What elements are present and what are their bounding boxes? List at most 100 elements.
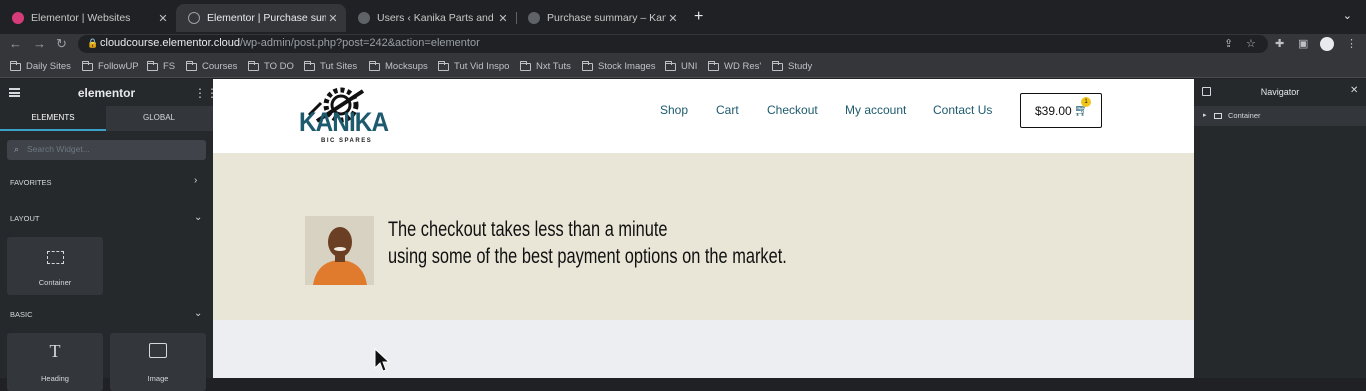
extensions-icon[interactable]: ✚ <box>1275 37 1284 50</box>
panel-header: elementor ⋮⋮⋮ <box>0 79 230 106</box>
bookmark-label: Courses <box>202 61 238 72</box>
browser-tab-active[interactable]: Elementor | Purchase summary ✕ <box>176 4 346 32</box>
tab-title: Users ‹ Kanika Parts and Spares <box>377 12 496 24</box>
next-section[interactable] <box>213 320 1194 378</box>
preview-canvas: KANIKA BIC SPARES Shop Cart Checkout My … <box>213 79 1194 378</box>
menu-contact-us[interactable]: Contact Us <box>933 103 992 117</box>
bookmark-label: Study <box>788 61 813 72</box>
navigator-item[interactable]: ▸ Container <box>1194 106 1366 126</box>
widget-container[interactable]: Container <box>7 237 103 295</box>
caret-right-icon[interactable]: ▸ <box>1203 111 1207 119</box>
logo-subtitle: BIC SPARES <box>321 138 373 144</box>
tab-global[interactable]: GLOBAL <box>106 106 212 131</box>
more-menu-icon[interactable]: ⋮ <box>1346 37 1357 50</box>
bookmark-folder[interactable]: Nxt Tuts <box>520 60 571 72</box>
share-icon[interactable]: ⇪ <box>1224 37 1233 50</box>
bookmark-folder[interactable]: WD Res' <box>708 60 761 72</box>
cart-price: $39.00 <box>1035 104 1072 118</box>
bookmark-label: Daily Sites <box>26 61 71 72</box>
cart-count-badge: 1 <box>1081 97 1091 107</box>
bookmark-label: UNI <box>681 61 698 72</box>
bookmark-label: TO DO <box>264 61 294 72</box>
address-bar[interactable]: 🔒 cloudcourse.elementor.cloud/wp-admin/p… <box>78 35 1268 53</box>
bookmark-folder[interactable]: Tut Sites <box>304 60 357 72</box>
reload-icon[interactable]: ↻ <box>56 36 67 52</box>
folder-icon <box>186 60 197 71</box>
menu-shop[interactable]: Shop <box>660 103 688 117</box>
bookmark-folder[interactable]: FollowUP <box>82 60 139 72</box>
bookmark-label: Tut Vid Inspo <box>454 61 510 72</box>
image-icon <box>149 343 167 358</box>
navigator-header: Navigator ✕ <box>1194 79 1366 105</box>
widget-search-input[interactable]: ⌕ Search Widget... <box>7 140 206 160</box>
bookmark-folder[interactable]: TO DO <box>248 60 294 72</box>
back-icon[interactable]: ← <box>9 36 22 51</box>
close-icon[interactable]: ✕ <box>666 12 680 25</box>
forward-icon[interactable]: → <box>33 36 46 51</box>
widget-label: Container <box>38 278 72 287</box>
site-favicon-icon <box>528 12 540 24</box>
browser-toolbar: ← → ↻ 🔒 cloudcourse.elementor.cloud/wp-a… <box>0 34 1366 56</box>
bookmark-folder[interactable]: Tut Vid Inspo <box>438 60 510 72</box>
close-icon[interactable]: ✕ <box>1350 85 1358 96</box>
bookmark-folder[interactable]: FS <box>147 60 176 72</box>
widget-label: Image <box>147 374 169 383</box>
lock-icon: 🔒 <box>87 38 99 48</box>
chevron-right-icon[interactable]: › <box>194 175 197 186</box>
wordpress-favicon-icon <box>358 12 370 24</box>
section-basic[interactable]: BASIC <box>10 310 33 319</box>
folder-icon <box>438 60 449 71</box>
widget-heading[interactable]: T Heading <box>7 333 103 391</box>
widget-image[interactable]: Image <box>110 333 206 391</box>
menu-my-account[interactable]: My account <box>845 103 906 117</box>
bookmark-star-icon[interactable]: ☆ <box>1246 37 1256 50</box>
logo-text: KANIKA <box>299 107 389 137</box>
menu-checkout[interactable]: Checkout <box>767 103 818 117</box>
hero-section[interactable]: The checkout takes less than a minute us… <box>213 153 1194 320</box>
tab-title: Elementor | Purchase summary <box>207 12 326 24</box>
new-tab-icon[interactable]: + <box>694 8 703 26</box>
bookmark-folder[interactable]: Study <box>772 60 813 72</box>
search-placeholder: Search Widget... <box>27 144 90 154</box>
panel-tabs: ELEMENTS GLOBAL <box>0 106 213 131</box>
person-photo <box>305 216 374 285</box>
hero-text-line-1: The checkout takes less than a minute <box>388 218 668 241</box>
folder-icon <box>665 60 676 71</box>
section-layout[interactable]: LAYOUT <box>10 214 39 223</box>
bookmark-folder[interactable]: Stock Images <box>582 60 656 72</box>
menu-cart[interactable]: Cart <box>716 103 739 117</box>
site-logo[interactable]: KANIKA BIC SPARES <box>297 85 389 149</box>
folder-icon <box>708 60 719 71</box>
tab-elements[interactable]: ELEMENTS <box>0 106 106 131</box>
bookmark-label: Stock Images <box>598 61 656 72</box>
close-icon[interactable]: ✕ <box>156 12 170 25</box>
bookmark-label: FS <box>163 61 176 72</box>
folder-icon <box>82 60 93 71</box>
container-icon <box>1214 113 1222 119</box>
url-text: cloudcourse.elementor.cloud/wp-admin/pos… <box>100 37 480 49</box>
folder-icon <box>369 60 380 71</box>
section-favorites[interactable]: FAVORITES <box>10 178 52 187</box>
browser-tab[interactable]: Purchase summary – Kanika Parts ✕ <box>516 6 686 30</box>
bookmark-folder[interactable]: UNI <box>665 60 698 72</box>
chevron-down-icon[interactable]: ⌄ <box>194 308 202 319</box>
tab-title: Purchase summary – Kanika Parts <box>547 12 666 24</box>
close-icon[interactable]: ✕ <box>326 12 340 25</box>
browser-tab[interactable]: Elementor | Websites ✕ <box>0 6 176 30</box>
close-icon[interactable]: ✕ <box>496 12 510 25</box>
bookmark-folder[interactable]: Daily Sites <box>10 60 71 72</box>
browser-tab[interactable]: Users ‹ Kanika Parts and Spares ✕ <box>346 6 516 30</box>
folder-icon <box>304 60 315 71</box>
bookmark-folder[interactable]: Mocksups <box>369 60 428 72</box>
bookmark-folder[interactable]: Courses <box>186 60 238 72</box>
profile-avatar[interactable] <box>1320 37 1334 51</box>
mini-cart-button[interactable]: $39.00 🛒︎ 1 <box>1020 93 1102 128</box>
folder-icon <box>147 60 158 71</box>
container-icon <box>47 251 64 264</box>
side-panel-icon[interactable]: ▣ <box>1298 37 1308 50</box>
widget-label: Heading <box>41 374 69 383</box>
chevron-down-icon[interactable]: ⌄ <box>194 212 202 223</box>
tab-search-chevron-icon[interactable]: ⌄ <box>1343 9 1352 22</box>
globe-icon <box>188 12 200 24</box>
folder-icon <box>248 60 259 71</box>
